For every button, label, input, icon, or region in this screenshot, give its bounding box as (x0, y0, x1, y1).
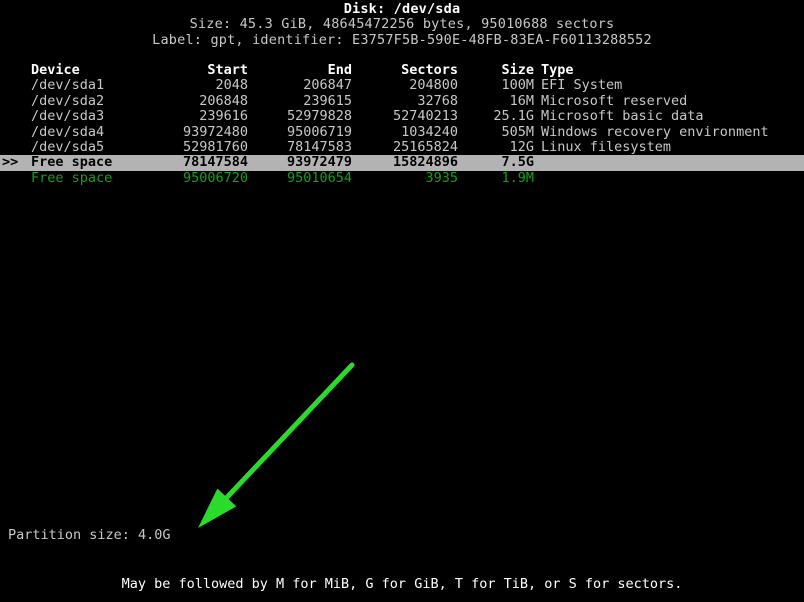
table-row[interactable]: Free space 95006720 95010654 3935 1.9M (0, 169, 804, 186)
column-header-size: Size (501, 62, 534, 78)
cell-end: 239615 (303, 92, 352, 109)
cell-sectors: 52740213 (392, 108, 458, 125)
cell-type: Linux filesystem (541, 138, 672, 155)
table-header-row: Device Start End Sectors Size Type (0, 62, 804, 78)
table-row[interactable]: >> Free space 78147584 93972479 15824896 7.5G (0, 154, 804, 171)
cell-size: 100M (501, 77, 534, 94)
cell-size: 505M (501, 123, 534, 140)
cell-end: 93972479 (286, 154, 352, 171)
cell-type: Microsoft basic data (541, 108, 704, 125)
partition-table: Device Start End Sectors Size Type /dev/… (0, 62, 804, 186)
table-row[interactable]: /dev/sda5 52981760 78147583 25165824 12G Linu… (0, 138, 804, 155)
cell-sectors: 32768 (417, 92, 458, 109)
cell-sectors: 204800 (409, 77, 458, 94)
cfdisk-terminal-screen: Disk: /dev/sda Size: 45.3 GiB, 486454722… (0, 0, 804, 602)
partition-size-status: Partition size: 4.0G (8, 527, 171, 543)
disk-header: Disk: /dev/sda Size: 45.3 GiB, 486454722… (0, 1, 804, 48)
cell-device: /dev/sda2 (31, 92, 105, 109)
cell-device: /dev/sda4 (31, 123, 105, 140)
cell-size: 7.5G (501, 154, 534, 171)
cell-type: EFI System (541, 77, 623, 94)
cell-sectors: 25165824 (392, 138, 458, 155)
cell-type: Microsoft reserved (541, 92, 688, 109)
selection-marker-icon: >> (2, 154, 19, 171)
cell-size: 12G (509, 138, 534, 155)
cell-start: 78147584 (182, 154, 248, 171)
disk-label-line: Label: gpt, identifier: E3757F5B-590E-48… (152, 31, 652, 48)
cell-end: 95006719 (286, 123, 352, 140)
table-row[interactable]: /dev/sda1 2048 206847 204800 100M EFI System (0, 77, 804, 94)
column-header-start: Start (207, 62, 248, 78)
table-row[interactable]: /dev/sda3 239616 52979828 52740213 25.1G Micr… (0, 108, 804, 125)
table-row[interactable]: /dev/sda2 206848 239615 32768 16M Microsoft r… (0, 92, 804, 109)
cell-type: Windows recovery environment (541, 123, 769, 140)
cell-end: 78147583 (286, 138, 352, 155)
cell-end: 52979828 (286, 108, 352, 125)
cell-device: Free space (31, 154, 113, 171)
cell-end: 95010654 (286, 169, 352, 186)
cell-start: 93972480 (182, 123, 248, 140)
column-header-end: End (327, 62, 352, 78)
cell-device: /dev/sda3 (31, 108, 105, 125)
column-header-device: Device (31, 62, 80, 78)
footer-hint: May be followed by M for MiB, G for GiB,… (121, 576, 683, 592)
cell-start: 52981760 (182, 138, 248, 155)
cell-size: 1.9M (501, 169, 534, 186)
cell-device: /dev/sda5 (31, 138, 105, 155)
green-arrow-icon (198, 362, 355, 528)
cell-start: 95006720 (182, 169, 248, 186)
column-header-type: Type (541, 62, 574, 78)
cell-device: /dev/sda1 (31, 77, 105, 94)
cell-sectors: 15824896 (392, 154, 458, 171)
table-rows: /dev/sda1 2048 206847 204800 100M EFI System /… (0, 77, 804, 186)
disk-size-line: Size: 45.3 GiB, 48645472256 bytes, 95010… (189, 16, 615, 33)
cell-start: 2048 (215, 77, 248, 94)
cell-start: 206848 (199, 92, 248, 109)
cell-start: 239616 (199, 108, 248, 125)
cell-end: 206847 (303, 77, 352, 94)
cell-device: Free space (31, 169, 113, 186)
disk-title: Disk: /dev/sda (343, 1, 461, 17)
cell-size: 25.1G (493, 108, 534, 125)
table-row[interactable]: /dev/sda4 93972480 95006719 1034240 505M Wind… (0, 123, 804, 140)
column-header-sectors: Sectors (401, 62, 458, 78)
cell-sectors: 3935 (425, 169, 458, 186)
cell-size: 16M (509, 92, 534, 109)
cell-sectors: 1034240 (401, 123, 458, 140)
